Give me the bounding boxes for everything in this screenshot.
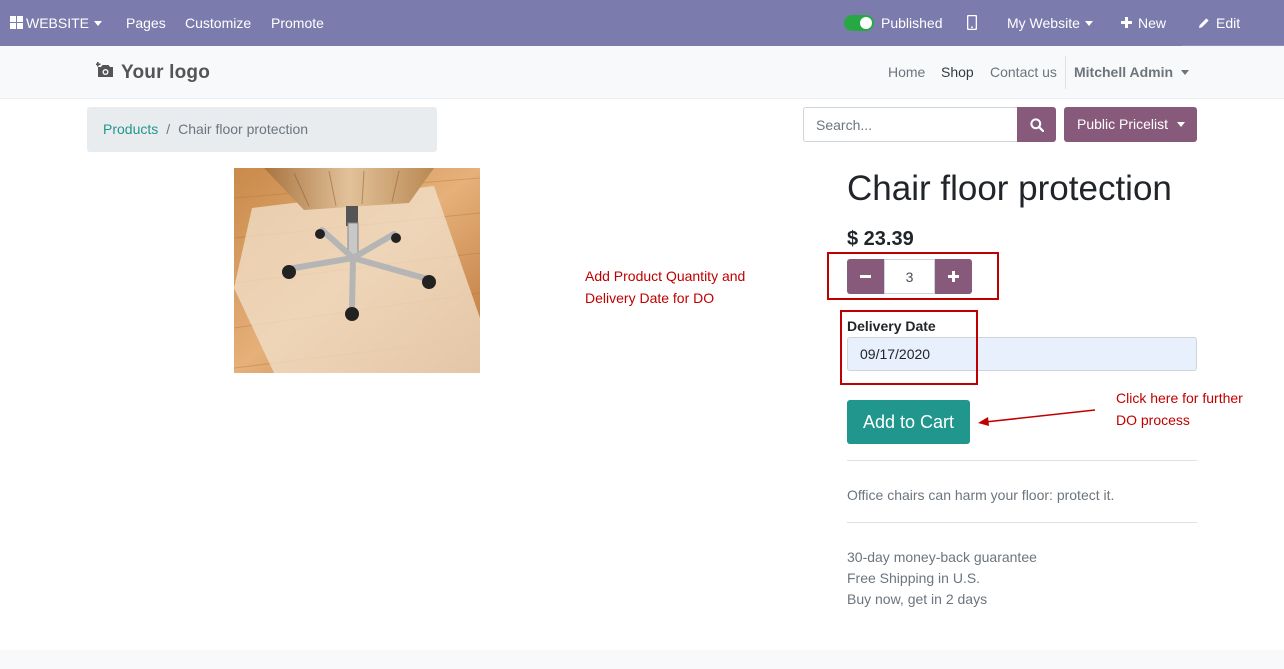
terms-line: 30-day money-back guarantee — [847, 549, 1037, 565]
terms-line: Free Shipping in U.S. — [847, 570, 981, 586]
pricelist-dropdown[interactable]: Public Pricelist — [1064, 107, 1197, 142]
product-description: Office chairs can harm your floor: prote… — [847, 487, 1115, 503]
divider — [847, 522, 1197, 523]
edit-button[interactable]: Edit — [1198, 0, 1240, 46]
divider — [847, 460, 1197, 461]
site-logo[interactable]: Your logo — [96, 62, 210, 84]
breadcrumb-separator: / — [166, 121, 171, 137]
annotation-quantity-box — [827, 252, 999, 300]
pricelist-label: Public Pricelist — [1077, 116, 1169, 132]
plus-icon — [1121, 17, 1132, 29]
caret-down-icon — [1181, 69, 1190, 75]
caret-down-icon — [1177, 121, 1186, 127]
website-menu[interactable]: WEBSITE — [10, 0, 103, 46]
caret-down-icon — [94, 20, 103, 26]
nav-shop[interactable]: Shop — [941, 64, 974, 80]
apps-grid-icon — [10, 16, 23, 30]
nav-contact[interactable]: Contact us — [990, 64, 1057, 80]
my-website-menu[interactable]: My Website — [1007, 0, 1093, 46]
mobile-icon — [966, 14, 978, 31]
site-header: Your logo Home Shop Contact us Mitchell … — [0, 46, 1284, 99]
user-name: Mitchell Admin — [1074, 64, 1174, 80]
annotation-cart-note: Click here for further DO process — [1116, 387, 1243, 431]
user-menu[interactable]: Mitchell Admin — [1074, 64, 1190, 80]
breadcrumb-products-link[interactable]: Products — [103, 121, 158, 137]
annotation-delivery-box — [840, 310, 978, 385]
annotation-arrow-icon — [978, 409, 1096, 426]
breadcrumb: Products / Chair floor protection — [87, 107, 437, 152]
product-title: Chair floor protection — [847, 169, 1172, 208]
promote-menu[interactable]: Promote — [271, 0, 324, 46]
new-button[interactable]: New — [1121, 0, 1166, 46]
terms-line: Buy now, get in 2 days — [847, 591, 988, 607]
nav-home[interactable]: Home — [888, 64, 925, 80]
search-icon — [1029, 117, 1044, 132]
my-website-label: My Website — [1007, 15, 1080, 31]
annotation-line: Add Product Quantity and — [585, 268, 746, 284]
pages-menu[interactable]: Pages — [126, 0, 166, 46]
search-button[interactable] — [1017, 107, 1056, 142]
logo-text: Your logo — [121, 62, 211, 83]
chair-mat-illustration — [234, 168, 480, 373]
customize-menu[interactable]: Customize — [185, 0, 251, 46]
edit-label: Edit — [1216, 15, 1241, 31]
footer-strip — [0, 650, 1284, 669]
pencil-icon — [1199, 18, 1209, 28]
mobile-preview-button[interactable] — [966, 0, 978, 46]
breadcrumb-current: Chair floor protection — [178, 121, 309, 137]
caret-down-icon — [1084, 20, 1093, 26]
add-to-cart-button[interactable]: Add to Cart — [847, 400, 970, 444]
camera-icon — [96, 62, 113, 78]
nav-divider — [1065, 56, 1066, 89]
product-image[interactable] — [234, 168, 480, 373]
website-menu-label: WEBSITE — [26, 15, 90, 31]
search-input[interactable] — [803, 107, 1018, 142]
new-label: New — [1138, 15, 1167, 31]
product-price: $ 23.39 — [847, 228, 914, 250]
annotation-line: Delivery Date for DO — [585, 290, 715, 306]
annotation-line: DO process — [1116, 412, 1190, 428]
published-label[interactable]: Published — [881, 0, 943, 46]
annotation-quantity-note: Add Product Quantity and Delivery Date f… — [585, 265, 745, 309]
published-toggle[interactable] — [844, 15, 874, 31]
admin-bar: WEBSITE Pages Customize Promote Publishe… — [0, 0, 1284, 46]
annotation-line: Click here for further — [1116, 390, 1243, 406]
product-terms: 30-day money-back guarantee Free Shippin… — [847, 547, 1037, 610]
